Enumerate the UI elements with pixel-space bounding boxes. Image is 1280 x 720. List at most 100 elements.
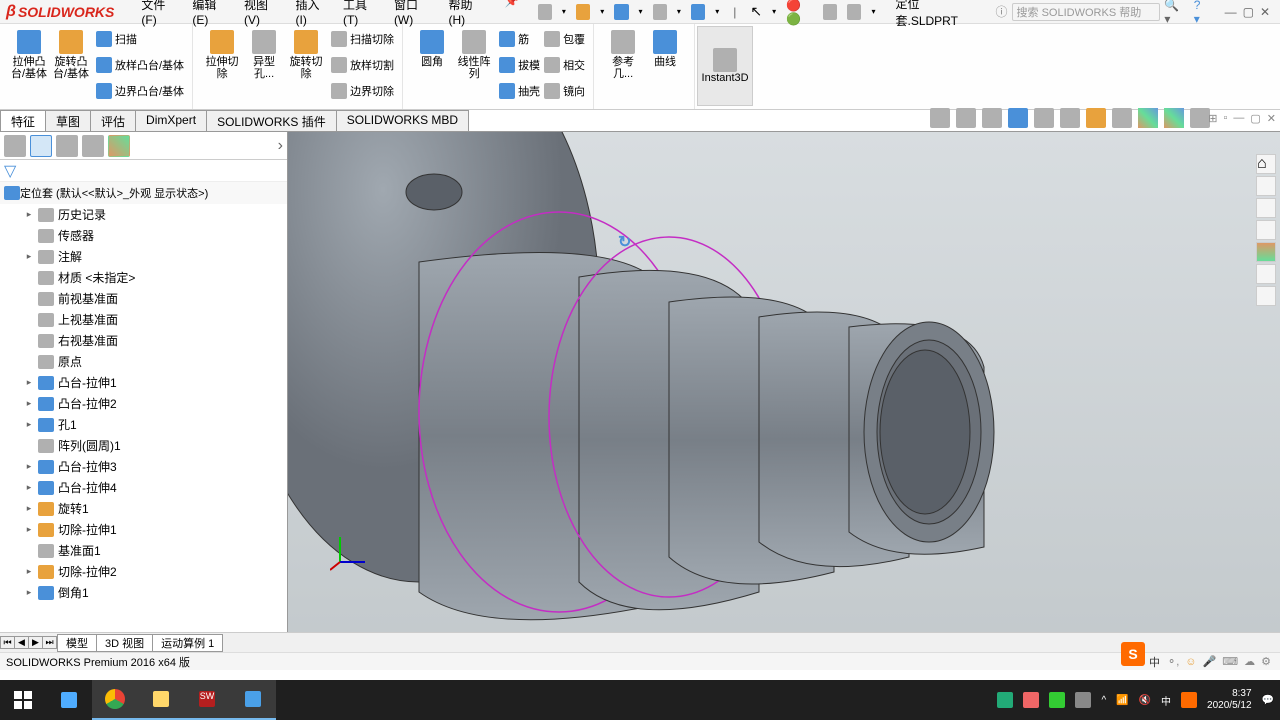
- start-button[interactable]: [0, 680, 46, 720]
- draft-button[interactable]: 拔模: [499, 54, 540, 76]
- dropdown-icon[interactable]: ▾: [715, 7, 719, 16]
- undo-icon[interactable]: [691, 4, 705, 20]
- tree-item-top-plane[interactable]: 上视基准面: [0, 309, 287, 330]
- status-icon[interactable]: ⚬,: [1167, 655, 1179, 668]
- pane-split-icon[interactable]: ⊞: [1208, 112, 1217, 125]
- shell-button[interactable]: 抽壳: [499, 80, 540, 102]
- sogou-badge-icon[interactable]: S: [1121, 642, 1145, 666]
- tray-up-icon[interactable]: ^: [1101, 695, 1106, 706]
- tree-item-material[interactable]: 材质 <未指定>: [0, 267, 287, 288]
- cut-loft-button[interactable]: 放样切割: [331, 54, 394, 76]
- tree-item-hole1[interactable]: ▸孔1: [0, 414, 287, 435]
- view-settings-icon[interactable]: [1164, 108, 1184, 128]
- tree-root[interactable]: 定位套 (默认<<默认>_外观 显示状态>): [0, 182, 287, 204]
- pattern-button[interactable]: 线性阵列: [453, 28, 495, 80]
- dimxpert-manager-icon[interactable]: [82, 135, 104, 157]
- hide-show-icon[interactable]: [1086, 108, 1106, 128]
- save-icon[interactable]: [614, 4, 628, 20]
- wrap-button[interactable]: 包覆: [544, 28, 585, 50]
- tab-mbd[interactable]: SOLIDWORKS MBD: [336, 110, 469, 131]
- extrude-boss-button[interactable]: 拉伸凸台/基体: [8, 28, 50, 80]
- dropdown-icon[interactable]: ▾: [600, 7, 604, 16]
- model-viewport[interactable]: ↻ ⌂: [288, 132, 1280, 632]
- section-view-icon[interactable]: [1008, 108, 1028, 128]
- panel-collapse-icon[interactable]: ›: [278, 137, 283, 155]
- status-mic-icon[interactable]: 🎤: [1203, 655, 1217, 668]
- view-orientation-icon[interactable]: [1034, 108, 1054, 128]
- search-icon[interactable]: 🔍▾: [1164, 0, 1183, 26]
- home-icon[interactable]: ⌂: [1256, 154, 1276, 174]
- cut-boundary-button[interactable]: 边界切除: [331, 80, 394, 102]
- custom-props-icon[interactable]: [1256, 286, 1276, 306]
- tree-item-chamfer1[interactable]: ▸倒角1: [0, 582, 287, 603]
- rebuild-icon[interactable]: [823, 4, 837, 20]
- sogou-tray-icon[interactable]: [1181, 692, 1197, 708]
- traffic-light-icon[interactable]: 🔴🟢: [786, 0, 813, 26]
- instant3d-button[interactable]: Instant3D: [697, 26, 753, 106]
- feature-tree-icon[interactable]: [4, 135, 26, 157]
- tree-item-cirpattern1[interactable]: 阵列(圆周)1: [0, 435, 287, 456]
- cut-extrude-button[interactable]: 拉伸切除: [201, 28, 243, 80]
- next-icon[interactable]: ▶: [29, 637, 43, 648]
- tab-3dview[interactable]: 3D 视图: [96, 634, 153, 652]
- hole-wizard-button[interactable]: 异型孔...: [243, 28, 285, 80]
- tree-item-plane1[interactable]: 基准面1: [0, 540, 287, 561]
- search-input[interactable]: 搜索 SOLIDWORKS 帮助: [1012, 3, 1161, 21]
- first-icon[interactable]: ⏮: [1, 637, 15, 648]
- tab-sketch[interactable]: 草图: [45, 110, 91, 131]
- design-library-icon[interactable]: [1256, 198, 1276, 218]
- boundary-button[interactable]: 边界凸台/基体: [96, 80, 184, 102]
- tree-filter[interactable]: ▽: [0, 160, 287, 182]
- status-settings-icon[interactable]: ⚙: [1261, 655, 1271, 668]
- status-cloud-icon[interactable]: ☁: [1244, 655, 1255, 668]
- ime-indicator[interactable]: 中: [1149, 654, 1160, 670]
- rib-button[interactable]: 筋: [499, 28, 540, 50]
- solidworks-button[interactable]: SW: [184, 680, 230, 720]
- appearances-icon[interactable]: [1256, 264, 1276, 284]
- view-palette-icon[interactable]: [1256, 242, 1276, 262]
- select-icon[interactable]: ↖: [750, 3, 762, 20]
- pane-close-icon[interactable]: ✕: [1267, 112, 1276, 125]
- notifications-icon[interactable]: 💬: [1262, 695, 1274, 706]
- zoom-area-icon[interactable]: [956, 108, 976, 128]
- display-manager-icon[interactable]: [108, 135, 130, 157]
- close-icon[interactable]: ✕: [1260, 5, 1270, 19]
- tree-item-history[interactable]: ▸历史记录: [0, 204, 287, 225]
- property-manager-icon[interactable]: [30, 135, 52, 157]
- print-icon[interactable]: [653, 4, 667, 20]
- tab-evaluate[interactable]: 评估: [90, 110, 136, 131]
- help-icon[interactable]: ? ▾: [1194, 0, 1209, 26]
- dropdown-icon[interactable]: ▾: [639, 7, 643, 16]
- tree-item-origin[interactable]: 原点: [0, 351, 287, 372]
- app-button[interactable]: [230, 680, 276, 720]
- maximize-icon[interactable]: ▢: [1243, 5, 1254, 19]
- options-icon[interactable]: [847, 4, 861, 20]
- tray-app2-icon[interactable]: [1023, 692, 1039, 708]
- minimize-icon[interactable]: —: [1225, 5, 1237, 19]
- chrome-button[interactable]: [92, 680, 138, 720]
- tab-motion[interactable]: 运动算例 1: [152, 634, 223, 652]
- render-tools-icon[interactable]: [1190, 108, 1210, 128]
- pane-min-icon[interactable]: —: [1233, 112, 1244, 125]
- intersect-button[interactable]: 相交: [544, 54, 585, 76]
- status-smiley-icon[interactable]: ☺: [1185, 656, 1196, 668]
- new-icon[interactable]: [538, 4, 552, 20]
- tree-item-sensors[interactable]: 传感器: [0, 225, 287, 246]
- file-explorer-icon[interactable]: [1256, 220, 1276, 240]
- open-icon[interactable]: [576, 4, 590, 20]
- prev-icon[interactable]: ◀: [15, 637, 29, 648]
- tree-item-extrude4[interactable]: ▸凸台-拉伸4: [0, 477, 287, 498]
- tree-item-extrude2[interactable]: ▸凸台-拉伸2: [0, 393, 287, 414]
- loft-button[interactable]: 放样凸台/基体: [96, 54, 184, 76]
- zoom-fit-icon[interactable]: [930, 108, 950, 128]
- apply-scene-icon[interactable]: [1138, 108, 1158, 128]
- status-keyboard-icon[interactable]: ⌨: [1222, 655, 1238, 668]
- clock[interactable]: 8:37 2020/5/12: [1207, 688, 1252, 712]
- ref-geometry-button[interactable]: 参考几...: [602, 28, 644, 80]
- resources-icon[interactable]: [1256, 176, 1276, 196]
- dropdown-icon[interactable]: ▾: [772, 7, 776, 16]
- dropdown-icon[interactable]: ▾: [562, 7, 566, 16]
- tree-item-revolve1[interactable]: ▸旋转1: [0, 498, 287, 519]
- taskview-button[interactable]: [46, 680, 92, 720]
- tray-app3-icon[interactable]: [1049, 692, 1065, 708]
